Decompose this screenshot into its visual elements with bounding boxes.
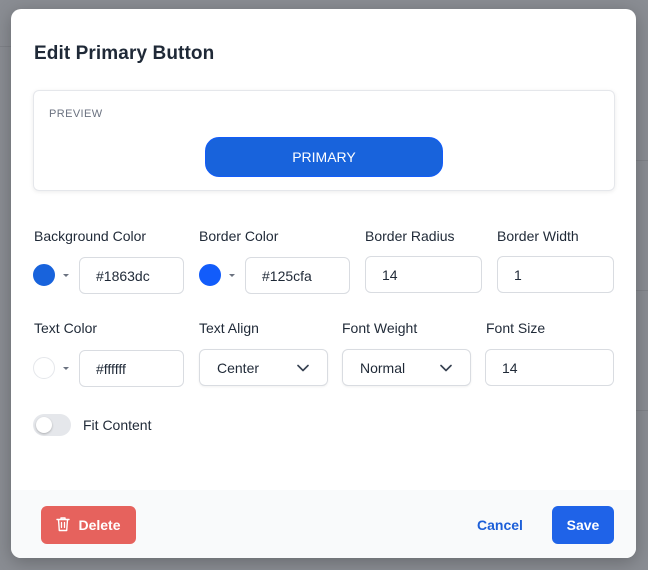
text-color-input[interactable]: #ffffff xyxy=(79,350,184,387)
border-color-label: Border Color xyxy=(199,228,279,244)
caret-down-icon xyxy=(63,273,69,277)
font-weight-select[interactable]: Normal xyxy=(342,349,471,386)
trash-icon xyxy=(56,516,71,535)
text-color-picker[interactable] xyxy=(33,350,69,386)
edit-button-dialog: Edit Primary Button PREVIEW PRIMARY Back… xyxy=(11,9,636,558)
background-divider xyxy=(636,160,648,161)
background-color-picker[interactable] xyxy=(33,257,69,293)
delete-button[interactable]: Delete xyxy=(41,506,136,544)
preview-label: PREVIEW xyxy=(49,108,103,120)
background-divider xyxy=(0,46,11,47)
font-weight-label: Font Weight xyxy=(342,320,418,336)
chevron-down-icon xyxy=(297,364,309,372)
text-color-swatch[interactable] xyxy=(33,357,55,379)
text-align-label: Text Align xyxy=(199,320,259,336)
fit-content-toggle[interactable] xyxy=(33,414,71,436)
dialog-title: Edit Primary Button xyxy=(34,43,215,64)
background-color-label: Background Color xyxy=(34,228,147,244)
text-align-value: Center xyxy=(217,359,260,376)
toggle-knob xyxy=(36,417,52,433)
background-color-swatch[interactable] xyxy=(33,264,55,286)
font-weight-value: Normal xyxy=(360,359,406,376)
border-radius-input[interactable]: 14 xyxy=(365,256,482,293)
caret-down-icon xyxy=(229,273,235,277)
border-width-label: Border Width xyxy=(497,228,579,244)
border-color-swatch[interactable] xyxy=(199,264,221,286)
border-color-picker[interactable] xyxy=(199,257,235,293)
border-radius-label: Border Radius xyxy=(365,228,455,244)
background-divider xyxy=(636,290,648,291)
caret-down-icon xyxy=(63,366,69,370)
fit-content-label: Fit Content xyxy=(83,417,152,433)
chevron-down-icon xyxy=(440,364,452,372)
border-color-input[interactable]: #125cfa xyxy=(245,257,350,294)
preview-button[interactable]: PRIMARY xyxy=(205,137,443,177)
delete-button-label: Delete xyxy=(78,517,121,533)
border-width-input[interactable]: 1 xyxy=(497,256,614,293)
font-size-input[interactable]: 14 xyxy=(485,349,614,386)
background-divider xyxy=(636,410,648,411)
font-size-label: Font Size xyxy=(486,320,546,336)
cancel-button[interactable]: Cancel xyxy=(477,506,523,544)
text-color-label: Text Color xyxy=(34,320,98,336)
save-button[interactable]: Save xyxy=(552,506,614,544)
text-align-select[interactable]: Center xyxy=(199,349,328,386)
background-color-input[interactable]: #1863dc xyxy=(79,257,184,294)
preview-panel: PREVIEW PRIMARY xyxy=(33,90,615,191)
